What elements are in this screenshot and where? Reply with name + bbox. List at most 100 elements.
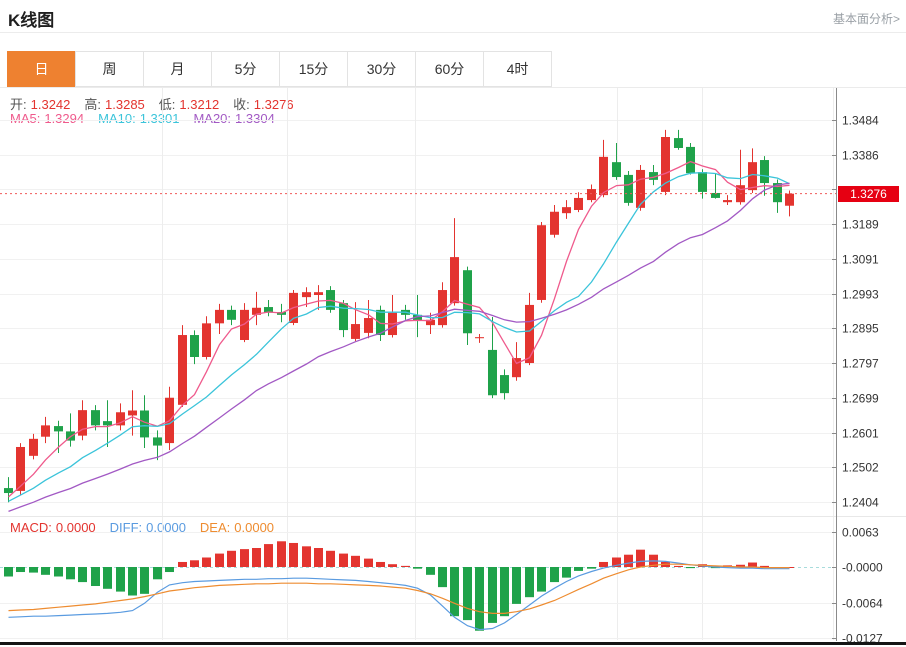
candle-body	[475, 337, 484, 339]
macd-bar	[240, 549, 249, 567]
macd-bar	[289, 542, 298, 567]
candle-body	[351, 324, 360, 339]
macd-bar	[525, 567, 534, 598]
macd-bar	[674, 565, 683, 567]
current-price-badge: 1.3276	[838, 186, 899, 202]
candle-body	[587, 189, 596, 201]
macd-bar	[128, 567, 137, 596]
candle-body	[698, 172, 707, 192]
macd-bar	[401, 565, 410, 567]
macd-bar	[227, 550, 236, 567]
candle-body	[227, 309, 236, 320]
candle-body	[202, 323, 211, 357]
macd-bar	[190, 560, 199, 567]
candle-body	[674, 138, 683, 148]
macd-bar	[426, 567, 435, 575]
macd-bar	[202, 557, 211, 567]
candle-body	[41, 425, 50, 437]
macd-bar	[512, 567, 521, 604]
macd-bar	[277, 541, 286, 567]
macd-bar	[103, 567, 112, 589]
macd-bar	[562, 567, 571, 578]
macd-bar	[29, 567, 38, 573]
macd-axis-label: -0.0000	[842, 561, 883, 575]
macd-axis-label: -0.0064	[842, 597, 883, 611]
candle-body	[512, 358, 521, 378]
macd-bar	[364, 558, 373, 567]
macd-bar	[178, 561, 187, 567]
macd-bar	[41, 567, 50, 575]
ma20-line	[8, 182, 790, 513]
kline-chart: 1.3484 1.3386 1.3189 1.3091 1.2993 1.2895 1.27…	[0, 88, 906, 646]
candle-body	[723, 200, 732, 203]
price-axis-label: 1.2699	[842, 392, 879, 406]
macd-bar	[140, 567, 149, 594]
macd-bar	[636, 549, 645, 567]
candle-body	[153, 437, 162, 446]
candle-body	[364, 318, 373, 333]
price-axis-label: 1.2502	[842, 461, 879, 475]
candle-body	[4, 488, 13, 494]
macd-bar	[376, 561, 385, 567]
candle-body	[500, 375, 509, 394]
price-axis-label: 1.3091	[842, 253, 879, 267]
candle-body	[29, 438, 38, 456]
candle-body	[140, 410, 149, 438]
candle-body	[128, 410, 137, 416]
macd-bar	[748, 562, 757, 567]
macd-bar	[438, 567, 447, 588]
macd-bar	[388, 564, 397, 567]
candle-body	[438, 290, 447, 326]
candle-body	[785, 193, 794, 206]
candle-body	[760, 160, 769, 184]
candle-body	[450, 257, 459, 304]
candle-body	[686, 146, 695, 174]
macd-bar	[302, 546, 311, 567]
macd-bar	[252, 547, 261, 567]
price-axis-label: 1.2601	[842, 427, 879, 441]
kline-widget: K线图 基本面分析> 日周月 5分 15分 30分 60分 4时 开: 1.3242 高: 1.…	[0, 0, 906, 647]
macd-bar	[574, 567, 583, 571]
candle-body	[525, 304, 534, 364]
candle-body	[190, 335, 199, 357]
macd-bar	[624, 554, 633, 567]
price-axis-label: 1.3484	[842, 114, 879, 128]
macd-bar	[500, 567, 509, 617]
macd-bar	[686, 567, 695, 569]
ma5-line	[8, 160, 790, 498]
macd-bar	[264, 544, 273, 567]
macd-bar	[66, 567, 75, 580]
macd-bar	[314, 547, 323, 567]
macd-bar	[599, 561, 608, 567]
candle-body	[314, 292, 323, 296]
macd-bar	[153, 567, 162, 580]
candle-body	[612, 162, 621, 178]
candle-body	[599, 156, 608, 196]
price-axis-label: 1.3386	[842, 149, 879, 163]
ma10-line	[8, 171, 790, 502]
macd-bar	[550, 567, 559, 583]
candle-body	[624, 174, 633, 203]
candle-body	[537, 225, 546, 300]
macd-bar	[413, 567, 422, 569]
macd-bar	[116, 567, 125, 592]
macd-bar	[4, 567, 13, 577]
candle-body	[488, 349, 497, 396]
bottom-rule	[0, 642, 906, 645]
macd-bar	[760, 565, 769, 567]
candle-body	[574, 197, 583, 210]
candle-body	[16, 446, 25, 491]
candle-body	[550, 211, 559, 235]
diff-line	[8, 560, 790, 631]
candle-body	[178, 335, 187, 405]
price-axis-label: 1.2993	[842, 288, 879, 302]
candle-body	[463, 270, 472, 334]
macd-bar	[587, 567, 596, 569]
macd-axis-label: 0.0063	[842, 526, 879, 540]
price-axis-label: 1.3189	[842, 218, 879, 232]
candle-body	[103, 421, 112, 426]
dea-line	[8, 563, 790, 614]
macd-bar	[326, 550, 335, 567]
macd-bar	[475, 567, 484, 631]
price-axis-label: 1.2895	[842, 322, 879, 336]
